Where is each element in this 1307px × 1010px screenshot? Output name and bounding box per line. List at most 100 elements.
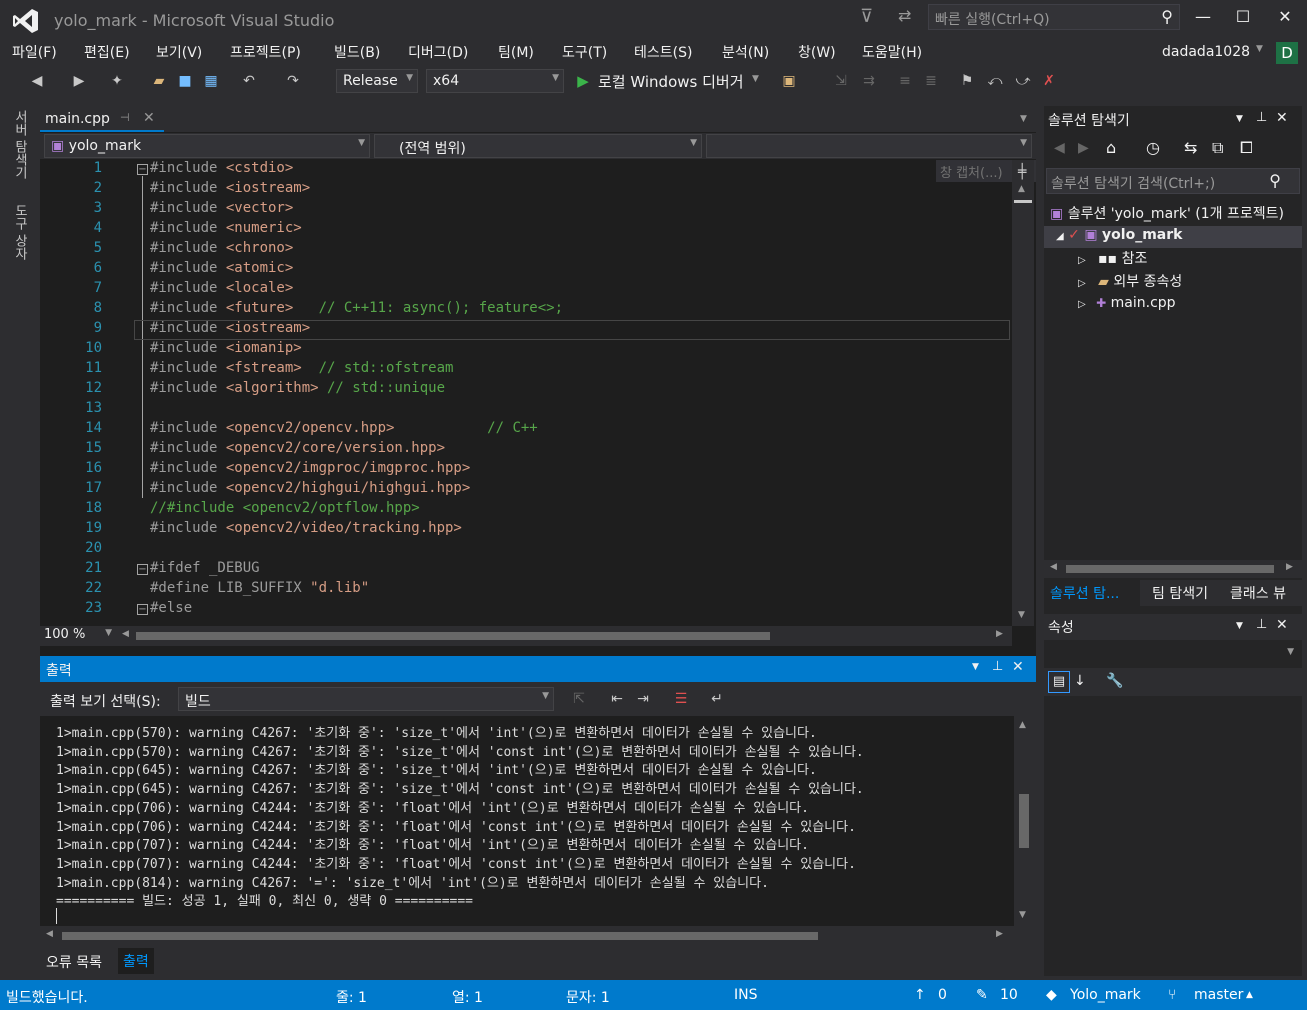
close-button[interactable]: ✕ [1270, 6, 1300, 30]
pending-changes-count[interactable]: 10 [1000, 987, 1018, 1003]
new-project-icon[interactable]: ✦ [108, 72, 126, 90]
tab-class-view[interactable]: 클래스 뷰 [1230, 583, 1286, 603]
redo-icon[interactable]: ↷ [284, 72, 302, 90]
branch-icon[interactable]: ⑂ [1168, 987, 1176, 1003]
pin-icon[interactable]: ⊥ [992, 659, 1003, 674]
navigate-back-icon[interactable]: ◀ [28, 72, 46, 90]
scroll-down-icon[interactable]: ▼ [1018, 610, 1025, 620]
property-pages-icon[interactable]: 🔧 [1106, 673, 1123, 689]
history-icon[interactable]: ◷ [1146, 138, 1160, 157]
output-horizontal-scrollbar[interactable]: ◀ ▶ [40, 926, 1036, 946]
zoom-dropdown[interactable]: 100 % ▼ [40, 626, 116, 646]
push-icon[interactable]: ↑ [914, 987, 926, 1003]
close-panel-icon[interactable]: ✕ [1012, 659, 1024, 675]
output-vertical-scrollbar[interactable]: ▲ ▼ [1014, 716, 1034, 926]
window-position-icon[interactable]: ▼ [972, 662, 979, 672]
horizontal-scroll-thumb[interactable] [136, 632, 770, 640]
menu-edit[interactable]: 편집(E) [84, 42, 130, 62]
split-window-icon[interactable]: ╪ [1018, 164, 1026, 180]
external-dependencies-item[interactable]: ▷ ▰ 외부 종속성 [1078, 271, 1182, 291]
menu-debug[interactable]: 디버그(D) [408, 42, 468, 62]
scroll-left-icon[interactable]: ◀ [1050, 562, 1057, 572]
menu-window[interactable]: 창(W) [798, 42, 836, 62]
scroll-left-icon[interactable]: ◀ [46, 929, 53, 939]
show-all-files-icon[interactable]: ⧠ [1240, 138, 1253, 158]
fold-toggle-icon[interactable]: − [137, 604, 148, 615]
close-panel-icon[interactable]: ✕ [1276, 110, 1288, 126]
menu-file[interactable]: 파일(F) [12, 42, 57, 62]
scroll-down-icon[interactable]: ▼ [1019, 910, 1026, 920]
solution-horizontal-scrollbar[interactable]: ◀ ▶ [1044, 560, 1302, 578]
prev-message-icon[interactable]: ⇤ [608, 690, 626, 708]
pin-icon[interactable]: ⊥ [1256, 617, 1267, 632]
tab-overflow-icon[interactable]: ▼ [1020, 114, 1027, 124]
properties-object-dropdown[interactable]: ▼ [1044, 642, 1302, 664]
horizontal-scroll-thumb[interactable] [1066, 565, 1274, 573]
tab-main-cpp[interactable]: main.cpp ⊣ ✕ [40, 108, 164, 132]
menu-tools[interactable]: 도구(T) [562, 42, 607, 62]
user-name[interactable]: dadada1028 [1162, 44, 1250, 60]
home-icon[interactable]: ⌂ [1106, 138, 1116, 157]
collapse-all-icon[interactable]: ⧉ [1212, 138, 1223, 158]
main-cpp-item[interactable]: ▷ ✚ main.cpp [1078, 295, 1176, 311]
editor-vertical-scrollbar[interactable]: ╪ ▲ ▼ [1012, 160, 1034, 626]
pencil-icon[interactable]: ✎ [976, 987, 988, 1003]
clear-all-icon[interactable]: ☰ [672, 690, 690, 708]
pin-icon[interactable]: ⊥ [1256, 110, 1267, 125]
menu-test[interactable]: 테스트(S) [634, 42, 692, 62]
menu-view[interactable]: 보기(V) [156, 42, 202, 62]
avatar[interactable]: D [1276, 42, 1298, 64]
sync-icon[interactable]: ⇆ [1184, 138, 1197, 157]
project-item[interactable]: ◢ ✓ ▣ yolo_mark [1044, 226, 1302, 248]
server-explorer-tab[interactable]: 서버 탐색기 [10, 110, 29, 179]
output-text[interactable]: 1>main.cpp(570): warning C4267: '초기화 중':… [40, 716, 1014, 926]
scroll-right-icon[interactable]: ▶ [1286, 562, 1293, 572]
solution-search-input[interactable]: 솔루션 탐색기 검색(Ctrl+;) ⚲ [1046, 168, 1300, 194]
navigate-forward-icon[interactable]: ▶ [70, 72, 88, 90]
menu-team[interactable]: 팀(M) [498, 42, 534, 62]
menu-analyze[interactable]: 분석(N) [722, 42, 769, 62]
vertical-scroll-thumb[interactable] [1019, 794, 1029, 848]
pin-icon[interactable]: ⊣ [120, 111, 130, 124]
close-tab-icon[interactable]: ✕ [143, 110, 155, 126]
scroll-up-icon[interactable]: ▲ [1018, 184, 1025, 194]
clear-bookmarks-icon[interactable]: ✗ [1040, 72, 1058, 90]
find-in-files-icon[interactable]: ▣ [780, 72, 798, 90]
chevron-down-icon[interactable]: ▼ [752, 74, 759, 84]
branch-name[interactable]: master [1194, 987, 1243, 1003]
scroll-left-icon[interactable]: ◀ [122, 629, 129, 639]
tab-team-explorer[interactable]: 팀 탐색기 [1152, 583, 1208, 603]
start-debugger-button[interactable]: 로컬 Windows 디버거 [598, 71, 744, 92]
undo-icon[interactable]: ↶ [240, 72, 258, 90]
unpushed-commits-count[interactable]: 0 [938, 987, 947, 1003]
fold-toggle-icon[interactable]: − [137, 564, 148, 575]
toolbox-tab[interactable]: 도구 상자 [10, 204, 29, 260]
tab-error-list[interactable]: 오류 목록 [46, 952, 102, 972]
scroll-up-icon[interactable]: ▲ [1019, 720, 1026, 730]
scope-dropdown[interactable]: (전역 범위) ▼ [374, 134, 702, 158]
menu-project[interactable]: 프로젝트(P) [230, 42, 301, 62]
next-bookmark-icon[interactable]: ⤻ [1014, 72, 1032, 90]
solution-root-item[interactable]: ▣ 솔루션 'yolo_mark' (1개 프로젝트) [1050, 203, 1302, 223]
scroll-right-icon[interactable]: ▶ [996, 929, 1003, 939]
solution-configuration-dropdown[interactable]: Release ▼ [336, 69, 418, 93]
close-panel-icon[interactable]: ✕ [1276, 617, 1288, 633]
chevron-up-icon[interactable]: ▲ [1246, 990, 1253, 1000]
tab-output[interactable]: 출력 [118, 948, 154, 974]
references-item[interactable]: ▷ ▪▪ 참조 [1078, 248, 1147, 268]
solution-platform-dropdown[interactable]: x64 ▼ [426, 69, 564, 93]
categorized-icon[interactable]: ▤ [1048, 671, 1070, 693]
save-all-icon[interactable]: ▦ [202, 72, 220, 90]
tab-solution-explorer[interactable]: 솔루션 탐... [1044, 580, 1140, 606]
window-position-icon[interactable]: ▼ [1236, 621, 1243, 631]
save-icon[interactable]: ■ [176, 72, 194, 90]
feedback-icon[interactable]: ⇄ [898, 6, 911, 25]
search-icon[interactable]: ⚲ [1161, 7, 1173, 26]
project-dropdown[interactable]: ▣ yolo_mark ▼ [44, 134, 370, 158]
search-icon[interactable]: ⚲ [1269, 171, 1281, 190]
horizontal-scroll-thumb[interactable] [62, 932, 818, 940]
prev-bookmark-icon[interactable]: ⤺ [986, 72, 1004, 90]
word-wrap-icon[interactable]: ↵ [708, 690, 726, 708]
window-position-icon[interactable]: ▼ [1236, 114, 1243, 124]
member-dropdown[interactable]: ▼ [706, 134, 1032, 158]
